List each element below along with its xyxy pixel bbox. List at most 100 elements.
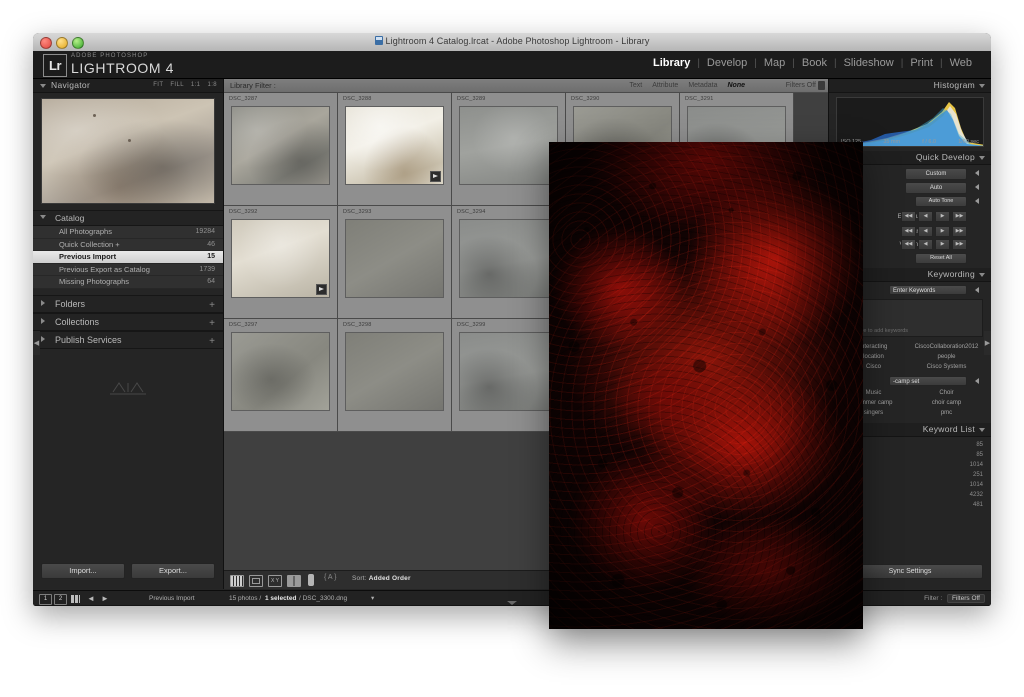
sort-control[interactable]: Sort: Added Order bbox=[352, 575, 411, 582]
thumbnail-image[interactable] bbox=[345, 219, 444, 298]
thumbnail-image[interactable] bbox=[345, 332, 444, 411]
thumbnail-image[interactable] bbox=[231, 219, 330, 298]
thumbnail-image[interactable] bbox=[459, 219, 558, 298]
collapse-arrow-icon[interactable] bbox=[975, 184, 979, 190]
sort-value[interactable]: Added Order bbox=[369, 575, 411, 582]
clarity-increase-large[interactable]: ▶▶ bbox=[952, 226, 967, 237]
catalog-item-all-photographs[interactable]: All Photographs 19284 bbox=[33, 226, 223, 239]
module-web[interactable]: Web bbox=[943, 57, 979, 69]
grid-cell[interactable]: DSC_3293 bbox=[338, 206, 452, 319]
spray-can-icon[interactable] bbox=[308, 574, 314, 586]
forward-arrow-icon[interactable]: ► bbox=[101, 595, 109, 603]
clarity-decrease-large[interactable]: ◀◀ bbox=[901, 226, 916, 237]
filter-tab-none[interactable]: None bbox=[723, 79, 751, 92]
collapse-arrow-icon[interactable] bbox=[975, 287, 979, 293]
keyword-set-item[interactable]: Choir bbox=[910, 388, 983, 398]
grid-cell[interactable]: DSC_3298 bbox=[338, 319, 452, 432]
chevron-down-icon[interactable] bbox=[979, 84, 985, 88]
back-arrow-icon[interactable]: ◄ bbox=[87, 595, 95, 603]
catalog-item-previous-import[interactable]: Previous Import 15 bbox=[33, 251, 223, 264]
filmstrip-source[interactable]: Previous Import bbox=[149, 594, 195, 603]
navigator-preview[interactable] bbox=[41, 98, 215, 204]
zoom-fill[interactable]: FILL bbox=[170, 82, 183, 88]
collapse-arrow-icon[interactable] bbox=[975, 378, 979, 384]
collapse-arrow-icon[interactable] bbox=[975, 170, 979, 176]
keyword-suggestion[interactable]: CiscoCollaboration2012 bbox=[910, 342, 983, 352]
exposure-steppers[interactable]: ◀◀ ◀ ▶ ▶▶ bbox=[901, 211, 967, 222]
add-collection-icon[interactable]: + bbox=[209, 316, 215, 332]
add-publish-service-icon[interactable]: + bbox=[209, 334, 215, 350]
module-map[interactable]: Map bbox=[757, 57, 792, 69]
grid-cell[interactable]: DSC_3292 bbox=[224, 206, 338, 319]
clarity-steppers[interactable]: ◀◀ ◀ ▶ ▶▶ bbox=[901, 226, 967, 237]
develop-badge-icon[interactable] bbox=[316, 284, 327, 295]
white-balance-select[interactable]: Auto bbox=[905, 182, 967, 194]
catalog-item-missing-photographs[interactable]: Missing Photographs 64 bbox=[33, 276, 223, 289]
collapse-arrow-icon[interactable] bbox=[975, 198, 979, 204]
chevron-down-icon[interactable]: ▾ bbox=[371, 594, 374, 603]
develop-badge-icon[interactable] bbox=[430, 171, 441, 182]
survey-view-icon[interactable] bbox=[287, 575, 301, 587]
thumbnail-image[interactable] bbox=[345, 106, 444, 185]
vibrance-steppers[interactable]: ◀◀ ◀ ▶ ▶▶ bbox=[901, 239, 967, 250]
filmstrip-collapse-arrow[interactable] bbox=[507, 601, 517, 605]
keyword-set-select[interactable]: -camp set bbox=[889, 376, 967, 386]
auto-tone-button[interactable]: Auto Tone bbox=[915, 196, 967, 207]
grid-cell[interactable]: DSC_3287 bbox=[224, 93, 338, 206]
histogram-chart[interactable]: ISO 125 35 mm f / 6.0 1/60 sec bbox=[836, 97, 984, 147]
thumbnail-image[interactable] bbox=[459, 106, 558, 185]
keyword-set-item[interactable]: pmc bbox=[910, 408, 983, 418]
left-panel-collapse-arrow[interactable]: ◀ bbox=[33, 330, 40, 355]
library-filter-tabs[interactable]: Text Attribute Metadata None bbox=[624, 79, 750, 92]
reset-all-button[interactable]: Reset All bbox=[915, 253, 967, 264]
export-button[interactable]: Export... bbox=[131, 563, 215, 579]
vibrance-increase-large[interactable]: ▶▶ bbox=[952, 239, 967, 250]
exposure-decrease[interactable]: ◀ bbox=[918, 211, 933, 222]
zoom-fit[interactable]: FIT bbox=[153, 82, 163, 88]
thumbnail-image[interactable] bbox=[231, 332, 330, 411]
chevron-right-icon[interactable] bbox=[41, 335, 45, 342]
chevron-down-icon[interactable] bbox=[40, 215, 46, 219]
group-collections[interactable]: Collections + bbox=[33, 312, 223, 332]
view-mode-buttons[interactable] bbox=[230, 575, 301, 587]
thumbnail-image[interactable] bbox=[459, 332, 558, 411]
filmstrip-filter-value[interactable]: Filters Off bbox=[946, 594, 985, 603]
screen-1-button[interactable]: 1 bbox=[39, 594, 52, 605]
histogram-header[interactable]: Histogram bbox=[829, 79, 991, 93]
module-library[interactable]: Library bbox=[646, 57, 697, 69]
vibrance-decrease-large[interactable]: ◀◀ bbox=[901, 239, 916, 250]
catalog-item-previous-export[interactable]: Previous Export as Catalog 1739 bbox=[33, 263, 223, 276]
right-panel-collapse-arrow[interactable]: ▶ bbox=[984, 330, 991, 355]
screen-2-button[interactable]: 2 bbox=[54, 594, 67, 605]
vibrance-increase[interactable]: ▶ bbox=[935, 239, 950, 250]
compare-view-icon[interactable] bbox=[268, 575, 282, 587]
navigator-header[interactable]: Navigator FIT FILL 1:1 1:8 bbox=[33, 79, 223, 93]
keyword-set-item[interactable]: choir camp bbox=[910, 398, 983, 408]
preset-select[interactable]: Custom bbox=[905, 168, 967, 180]
loupe-view-icon[interactable] bbox=[249, 575, 263, 587]
keyword-suggestion[interactable]: people bbox=[910, 352, 983, 362]
red-texture-photo[interactable] bbox=[549, 142, 863, 629]
filter-tab-attribute[interactable]: Attribute bbox=[647, 79, 683, 92]
exposure-increase-large[interactable]: ▶▶ bbox=[952, 211, 967, 222]
catalog-item-quick-collection[interactable]: Quick Collection + 46 bbox=[33, 238, 223, 251]
grid-cell[interactable]: DSC_3288 bbox=[338, 93, 452, 206]
filter-tab-metadata[interactable]: Metadata bbox=[683, 79, 722, 92]
exposure-increase[interactable]: ▶ bbox=[935, 211, 950, 222]
filter-tab-text[interactable]: Text bbox=[624, 79, 647, 92]
lock-icon[interactable] bbox=[818, 81, 825, 90]
chevron-down-icon[interactable] bbox=[979, 428, 985, 432]
zoom-ratio[interactable]: 1:8 bbox=[207, 82, 217, 88]
chevron-down-icon[interactable] bbox=[979, 273, 985, 277]
module-develop[interactable]: Develop bbox=[700, 57, 754, 69]
module-book[interactable]: Book bbox=[795, 57, 834, 69]
add-folder-icon[interactable]: + bbox=[209, 298, 215, 314]
flag-controls[interactable]: { A } bbox=[324, 574, 336, 581]
clarity-increase[interactable]: ▶ bbox=[935, 226, 950, 237]
zoom-1-1[interactable]: 1:1 bbox=[191, 82, 201, 88]
grid-cell[interactable]: DSC_3297 bbox=[224, 319, 338, 432]
filmstrip-grid-icon[interactable] bbox=[71, 595, 80, 603]
module-slideshow[interactable]: Slideshow bbox=[837, 57, 901, 69]
group-folders[interactable]: Folders + bbox=[33, 294, 223, 314]
navigator-zoom-levels[interactable]: FIT FILL 1:1 1:8 bbox=[148, 79, 217, 92]
